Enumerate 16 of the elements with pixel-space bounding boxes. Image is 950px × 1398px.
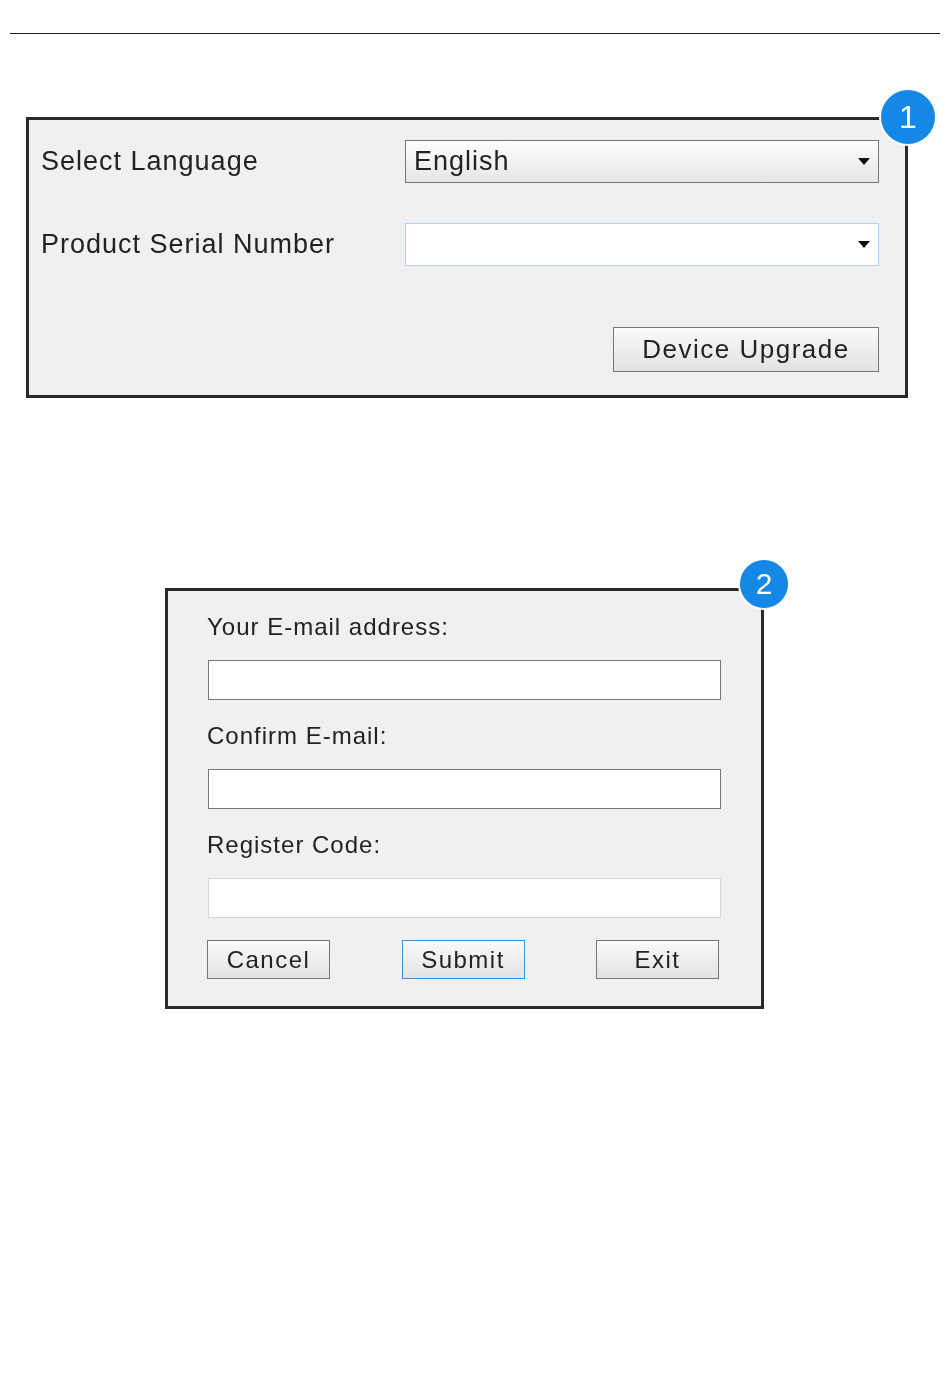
- dialog-button[interactable]: Exit: [596, 940, 719, 979]
- step-number-badge: 2: [738, 558, 790, 610]
- field-label: Select Language: [41, 146, 259, 177]
- field-label: Register Code:: [207, 831, 383, 860]
- dialog-button[interactable]: Submit: [401, 940, 525, 979]
- field-label: Confirm E-mail:: [207, 722, 389, 751]
- language-dropdown[interactable]: English: [405, 140, 879, 183]
- dialog-button[interactable]: Cancel: [207, 940, 330, 979]
- field-label: Product Serial Number: [41, 229, 336, 260]
- input-field[interactable]: [208, 769, 721, 809]
- step-number-badge: 1: [879, 88, 937, 146]
- dropdown-arrow-icon: [858, 241, 870, 248]
- device-upgrade-button[interactable]: Device Upgrade: [613, 327, 879, 372]
- dropdown-arrow-icon: [858, 158, 870, 165]
- input-field[interactable]: [208, 660, 721, 700]
- field-label: Your E-mail address:: [207, 613, 450, 642]
